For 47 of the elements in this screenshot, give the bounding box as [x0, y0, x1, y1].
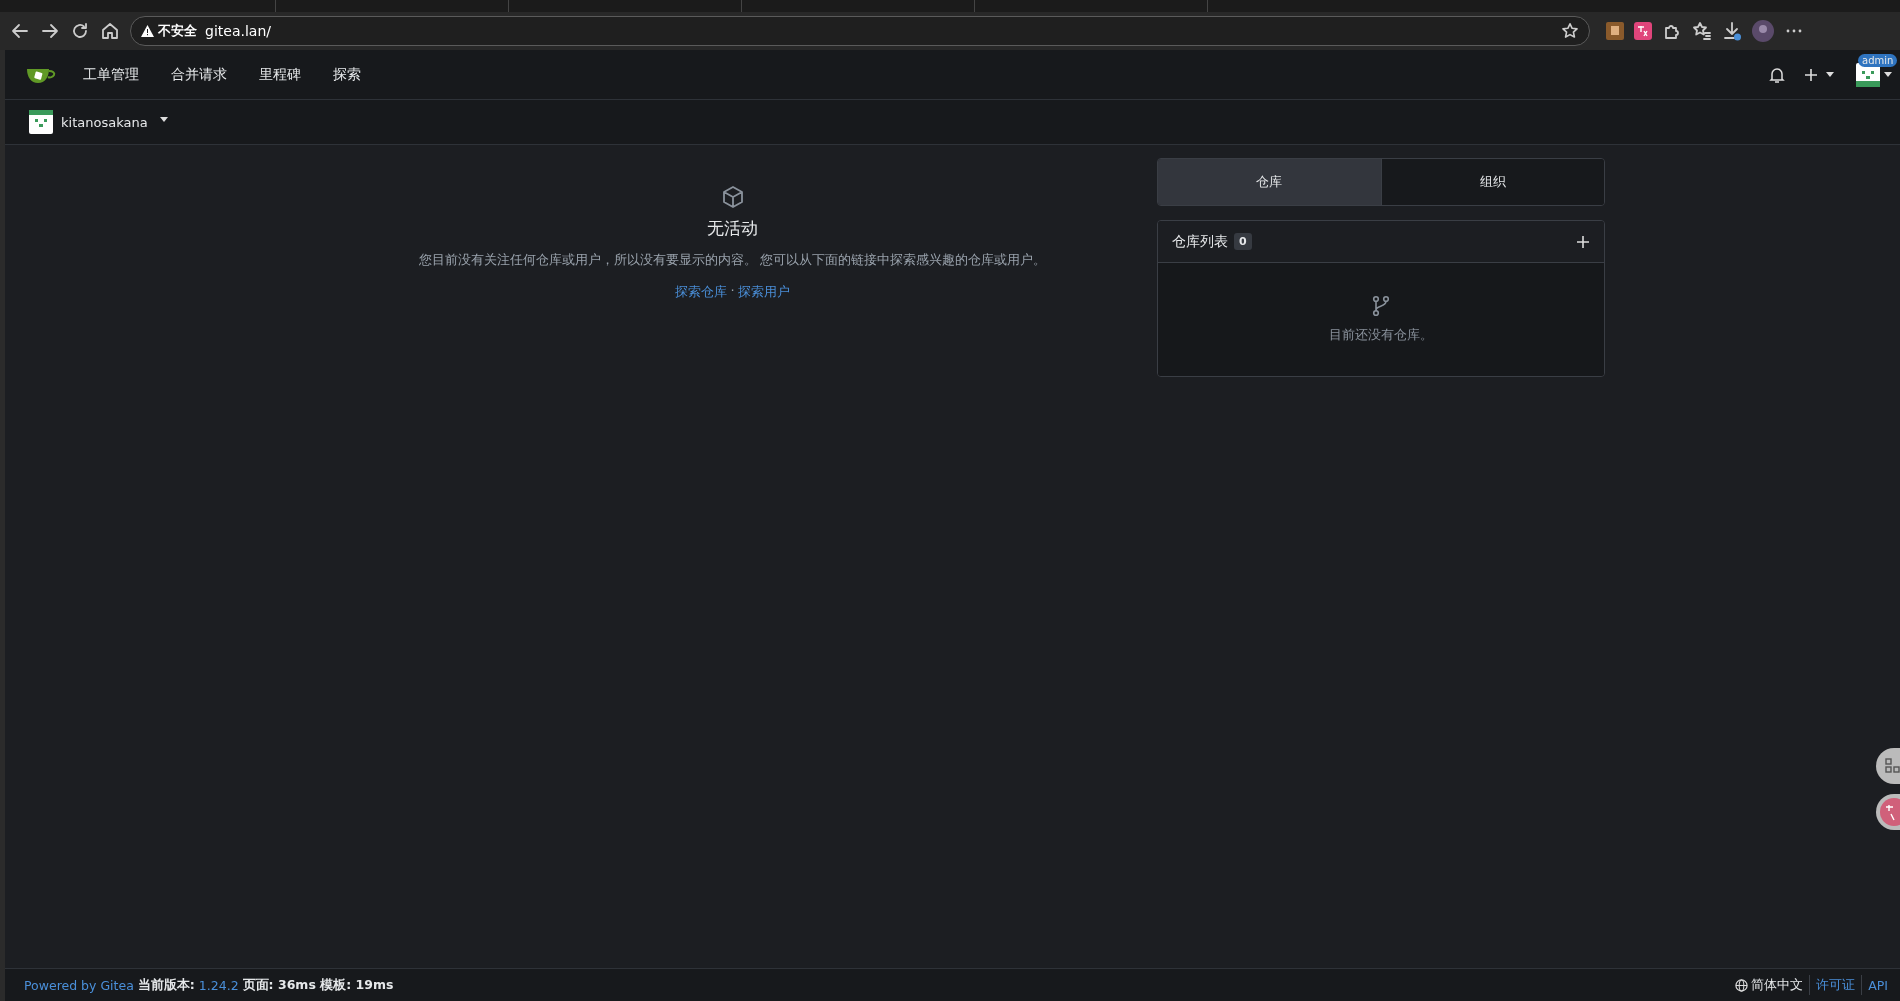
empty-feed-message: 您目前没有关注任何仓库或用户，所以没有要显示的内容。 您可以从下面的链接中探索感兴趣的仓库或用户。	[418, 252, 1047, 269]
security-warning[interactable]: 不安全	[141, 22, 197, 40]
nav-link[interactable]: 探索	[317, 57, 377, 92]
footer-link[interactable]: API	[1868, 977, 1888, 993]
plus-icon[interactable]	[1576, 234, 1590, 249]
sidebar-tab[interactable]: 组织	[1380, 159, 1604, 205]
repo-list-title: 仓库列表	[1172, 232, 1228, 251]
link-separator: ·	[730, 283, 735, 300]
explore-link[interactable]: 探索用户	[737, 283, 790, 301]
sidebar-tab[interactable]: 仓库	[1158, 159, 1381, 205]
version-link[interactable]: 1.24.2	[198, 977, 239, 993]
context-user-switcher[interactable]: kitanosakana	[29, 110, 168, 134]
forward-arrow-icon[interactable]	[40, 21, 60, 41]
empty-repo-message: 目前还没有仓库。	[1329, 327, 1433, 344]
home-icon[interactable]	[100, 21, 120, 41]
create-menu[interactable]	[1804, 67, 1834, 82]
admin-badge: admin	[1858, 53, 1898, 67]
favorites-icon[interactable]	[1692, 21, 1712, 41]
reload-icon[interactable]	[70, 21, 90, 41]
powered-by-link[interactable]: Powered by Gitea	[24, 977, 134, 993]
download-icon[interactable]	[1722, 21, 1742, 41]
back-arrow-icon[interactable]	[10, 21, 30, 41]
user-avatar-icon	[29, 110, 53, 134]
footer-link[interactable]: 许可证	[1816, 976, 1856, 994]
url-text: gitea.lan/	[205, 23, 272, 39]
empty-feed-title: 无活动	[707, 217, 758, 240]
bell-icon[interactable]	[1768, 65, 1786, 84]
plus-icon	[1804, 67, 1818, 82]
profile-avatar-icon[interactable]	[1752, 20, 1774, 42]
warning-icon	[141, 25, 154, 37]
version-label: 当前版本:	[137, 976, 195, 994]
globe-icon	[1735, 978, 1749, 992]
cube-icon	[720, 185, 745, 209]
caret-icon[interactable]	[1884, 72, 1892, 77]
branch-icon	[1372, 295, 1390, 317]
nav-link[interactable]: 合并请求	[155, 57, 243, 92]
language-selector[interactable]: 简体中文	[1735, 976, 1804, 994]
address-bar[interactable]: 不安全 gitea.lan/	[130, 16, 1590, 46]
render-timing: 页面: 36ms 模板: 19ms	[242, 976, 394, 994]
nav-link[interactable]: 里程碑	[243, 57, 317, 92]
explore-link[interactable]: 探索仓库	[675, 283, 728, 301]
star-icon[interactable]	[1561, 22, 1579, 40]
caret-icon	[1826, 72, 1834, 77]
nav-link[interactable]: 工单管理	[67, 57, 155, 92]
repo-count: 0	[1234, 233, 1252, 250]
grid-icon[interactable]	[1876, 748, 1900, 784]
caret-icon	[159, 116, 168, 122]
